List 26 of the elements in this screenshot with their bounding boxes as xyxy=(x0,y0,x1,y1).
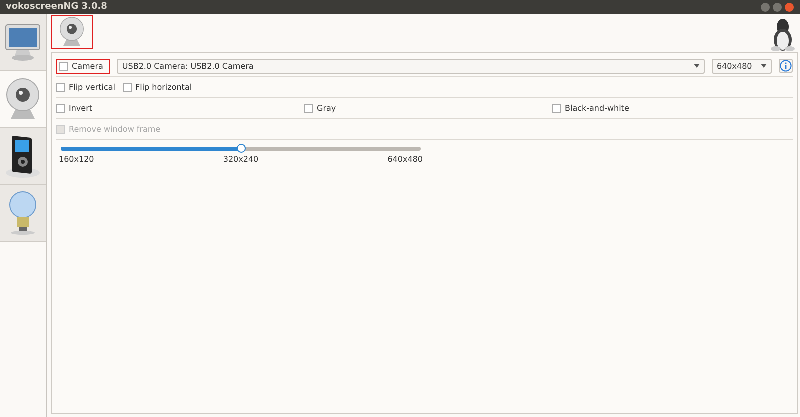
camera-checkbox[interactable]: Camera xyxy=(56,58,110,74)
media-player-icon xyxy=(3,133,43,179)
info-icon xyxy=(780,60,792,72)
slider-label: 160x120 xyxy=(59,155,94,164)
checkbox[interactable]: Flip vertical xyxy=(56,82,116,92)
size-slider[interactable] xyxy=(61,147,421,151)
slider-handle[interactable] xyxy=(237,144,246,153)
checkbox[interactable]: Invert xyxy=(56,104,297,112)
close-button[interactable] xyxy=(785,2,794,12)
resolution-dropdown[interactable]: 640x480 xyxy=(712,58,772,74)
info-button[interactable] xyxy=(779,59,793,73)
window-title: vokoscreenNG 3.0.8 xyxy=(6,2,108,12)
sidebar-tab[interactable] xyxy=(0,128,46,185)
caret-icon xyxy=(694,64,700,68)
checkbox[interactable]: Gray xyxy=(304,104,545,112)
checkbox[interactable]: Flip horizontal xyxy=(122,82,192,92)
camera-dropdown[interactable]: USB2.0 Camera: USB2.0 Camera xyxy=(117,58,705,74)
webcam-icon xyxy=(57,16,87,48)
monitor-icon xyxy=(3,22,43,62)
caret-icon xyxy=(761,64,767,68)
maximize-button[interactable] xyxy=(773,2,782,12)
camera-tab[interactable] xyxy=(51,15,93,49)
slider-label: 320x240 xyxy=(223,155,259,164)
slider-label: 640x480 xyxy=(388,155,423,164)
checkbox[interactable]: Black-and-white xyxy=(552,104,793,112)
minimize-button[interactable] xyxy=(761,2,770,12)
